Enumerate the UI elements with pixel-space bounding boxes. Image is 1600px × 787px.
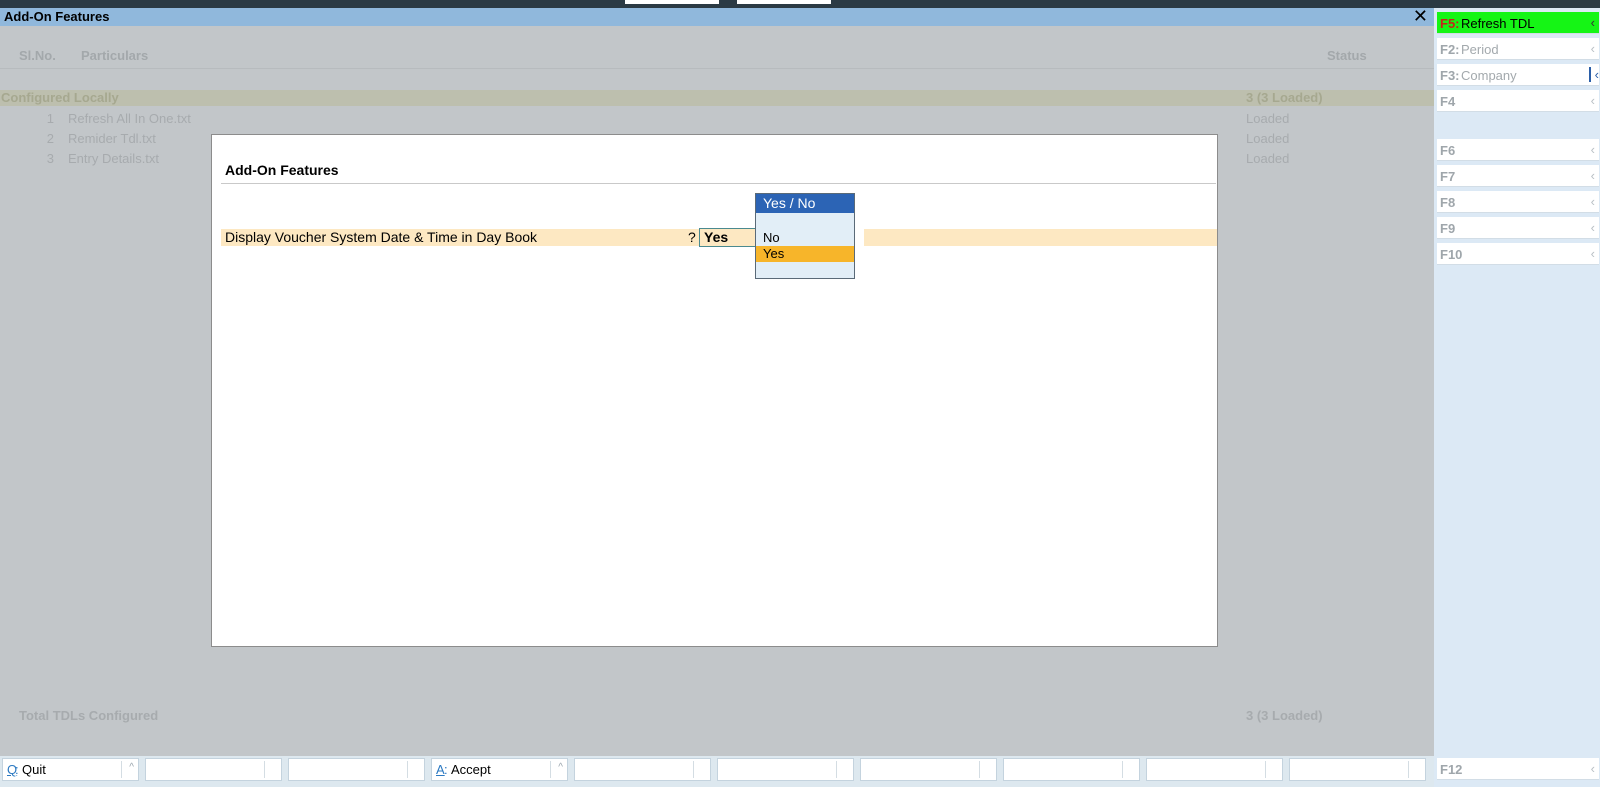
button-divider: [550, 761, 551, 778]
window-title: Add-On Features: [4, 9, 110, 24]
section-row-configured-locally[interactable]: Configured Locally 3 (3 Loaded): [0, 90, 1434, 106]
f8-button[interactable]: F8 ‹: [1437, 191, 1599, 213]
dialog-divider: [221, 183, 1216, 184]
empty-button-slot: [574, 758, 711, 781]
field-label: Display Voucher System Date & Time in Da…: [225, 229, 538, 245]
close-icon[interactable]: ✕: [1413, 6, 1428, 26]
chevron-left-icon: ‹: [1590, 41, 1595, 56]
bottom-button-bar: Q : Quit ^ A : Accept ^: [0, 756, 1434, 787]
company-button[interactable]: F3: Company ‹: [1437, 64, 1599, 86]
column-header-status: Status: [1327, 48, 1367, 63]
add-on-features-dialog: Add-On Features Display Voucher System D…: [211, 134, 1218, 647]
chevron-left-icon: ‹: [1590, 246, 1595, 261]
field-separator: ?: [688, 229, 696, 245]
right-button-panel: F5: Refresh TDL ‹ F2: Period ‹ F3: Compa…: [1434, 8, 1600, 787]
empty-button-slot: [145, 758, 282, 781]
section-label: Configured Locally: [1, 90, 119, 105]
period-button[interactable]: F2: Period ‹: [1437, 38, 1599, 60]
f12-button[interactable]: F12 ‹: [1437, 758, 1599, 780]
list-item[interactable]: 1 Refresh All In One.txt Loaded: [0, 111, 1434, 129]
empty-button-slot: [1289, 758, 1426, 781]
option-no[interactable]: No: [756, 230, 854, 246]
option-yes[interactable]: Yes: [756, 246, 854, 262]
top-strip: [0, 0, 1600, 8]
chevron-left-icon: ‹: [1590, 142, 1595, 157]
item-status: Loaded: [1246, 151, 1290, 166]
f7-button[interactable]: F7 ‹: [1437, 165, 1599, 187]
dialog-title: Add-On Features: [225, 162, 339, 178]
section-status: 3 (3 Loaded): [1246, 90, 1323, 105]
item-number: 3: [46, 151, 54, 166]
item-name: Refresh All In One.txt: [68, 111, 191, 126]
total-label: Total TDLs Configured: [19, 708, 159, 723]
chevron-left-icon: ‹: [1588, 67, 1599, 82]
button-divider: [121, 761, 122, 778]
top-tab-2[interactable]: [737, 0, 831, 4]
chevron-left-icon: ‹: [1590, 15, 1595, 30]
item-status: Loaded: [1246, 131, 1290, 146]
column-header-sl-no: Sl.No.: [19, 48, 56, 63]
quit-button[interactable]: Q : Quit ^: [2, 758, 139, 781]
title-bar: Add-On Features ✕: [0, 6, 1434, 26]
item-number: 2: [46, 131, 54, 146]
f9-button[interactable]: F9 ‹: [1437, 217, 1599, 239]
empty-button-slot: [1003, 758, 1140, 781]
chevron-left-icon: ‹: [1590, 168, 1595, 183]
chevron-left-icon: ‹: [1590, 761, 1595, 776]
dropdown-header: Yes / No: [756, 194, 854, 213]
column-header-particulars: Particulars: [81, 48, 149, 63]
caret-up-icon: ^: [558, 762, 563, 773]
caret-up-icon: ^: [129, 762, 134, 773]
accept-label: Accept: [451, 762, 491, 777]
item-name: Remider Tdl.txt: [68, 131, 156, 146]
item-number: 1: [46, 111, 54, 126]
chevron-left-icon: ‹: [1590, 93, 1595, 108]
f6-button[interactable]: F6 ‹: [1437, 139, 1599, 161]
f10-button[interactable]: F10 ‹: [1437, 243, 1599, 265]
yes-no-dropdown-list[interactable]: Yes / No No Yes: [755, 193, 855, 279]
yes-no-input[interactable]: Yes: [699, 228, 762, 247]
header-divider: [0, 68, 1434, 69]
empty-button-slot: [1146, 758, 1283, 781]
total-status: 3 (3 Loaded): [1246, 708, 1323, 723]
chevron-left-icon: ‹: [1590, 220, 1595, 235]
chevron-left-icon: ‹: [1590, 194, 1595, 209]
total-row: Total TDLs Configured 3 (3 Loaded): [0, 708, 1434, 726]
accept-button[interactable]: A : Accept ^: [431, 758, 568, 781]
refresh-tdl-button[interactable]: F5: Refresh TDL ‹: [1437, 12, 1599, 34]
empty-button-slot: [860, 758, 997, 781]
f4-button[interactable]: F4 ‹: [1437, 90, 1599, 112]
item-status: Loaded: [1246, 111, 1290, 126]
empty-button-slot: [717, 758, 854, 781]
quit-label: Quit: [22, 762, 46, 777]
field-row-display-voucher-date-time[interactable]: Display Voucher System Date & Time in Da…: [221, 228, 1217, 247]
top-tab-1[interactable]: [625, 0, 719, 4]
empty-button-slot: [288, 758, 425, 781]
item-name: Entry Details.txt: [68, 151, 160, 166]
